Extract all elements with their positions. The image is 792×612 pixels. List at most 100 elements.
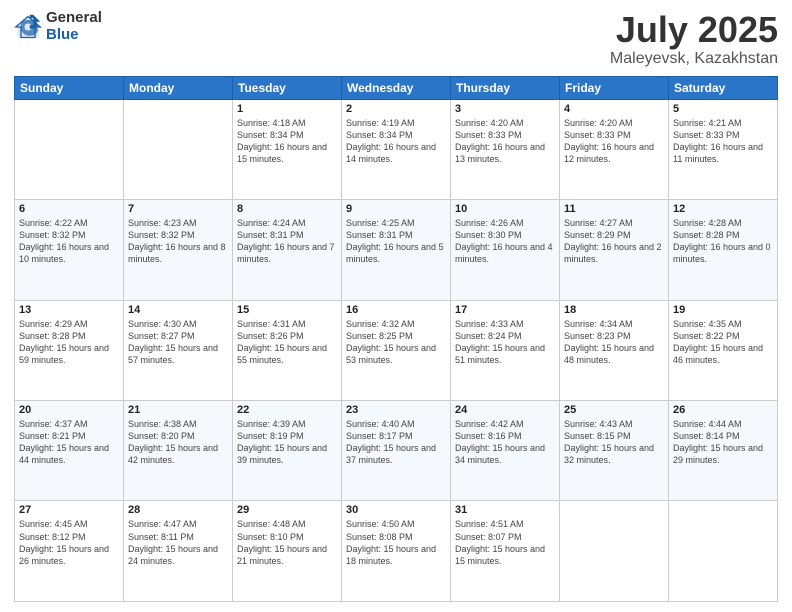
day-info: Sunrise: 4:35 AMSunset: 8:22 PMDaylight:… xyxy=(673,318,773,367)
weekday-header-row: Sunday Monday Tuesday Wednesday Thursday… xyxy=(15,76,778,99)
day-number: 13 xyxy=(19,304,119,316)
calendar-cell: 5 Sunrise: 4:21 AMSunset: 8:33 PMDaylight… xyxy=(669,99,778,199)
logo-blue-text: Blue xyxy=(46,27,102,44)
calendar-week-row-2: 13 Sunrise: 4:29 AMSunset: 8:28 PMDayligh… xyxy=(15,300,778,400)
header: General Blue July 2025 Maleyevsk, Kazakh… xyxy=(14,10,778,68)
header-saturday: Saturday xyxy=(669,76,778,99)
day-info: Sunrise: 4:28 AMSunset: 8:28 PMDaylight:… xyxy=(673,217,773,266)
calendar-cell: 10 Sunrise: 4:26 AMSunset: 8:30 PMDayligh… xyxy=(451,200,560,300)
logo-icon xyxy=(14,13,42,41)
day-info: Sunrise: 4:18 AMSunset: 8:34 PMDaylight:… xyxy=(237,117,337,166)
day-info: Sunrise: 4:45 AMSunset: 8:12 PMDaylight:… xyxy=(19,518,119,567)
day-number: 6 xyxy=(19,203,119,215)
calendar-cell xyxy=(560,501,669,602)
calendar-cell: 29 Sunrise: 4:48 AMSunset: 8:10 PMDayligh… xyxy=(233,501,342,602)
calendar-cell: 30Sunrise: 4:50 AMSunset: 8:08 PMDayligh… xyxy=(342,501,451,602)
calendar-cell: 7Sunrise: 4:23 AMSunset: 8:32 PMDaylight… xyxy=(124,200,233,300)
day-info: Sunrise: 4:37 AMSunset: 8:21 PMDaylight:… xyxy=(19,418,119,467)
calendar-cell: 8 Sunrise: 4:24 AMSunset: 8:31 PMDaylight… xyxy=(233,200,342,300)
calendar-cell: 1 Sunrise: 4:18 AMSunset: 8:34 PMDaylight… xyxy=(233,99,342,199)
day-number: 11 xyxy=(564,203,664,215)
day-number: 14 xyxy=(128,304,228,316)
header-thursday: Thursday xyxy=(451,76,560,99)
day-info: Sunrise: 4:20 AMSunset: 8:33 PMDaylight:… xyxy=(455,117,555,166)
calendar-week-row-1: 6 Sunrise: 4:22 AMSunset: 8:32 PMDaylight… xyxy=(15,200,778,300)
calendar-cell: 31 Sunrise: 4:51 AMSunset: 8:07 PMDayligh… xyxy=(451,501,560,602)
day-number: 18 xyxy=(564,304,664,316)
logo: General Blue xyxy=(14,10,102,43)
day-number: 20 xyxy=(19,404,119,416)
calendar-week-row-0: 1 Sunrise: 4:18 AMSunset: 8:34 PMDaylight… xyxy=(15,99,778,199)
day-number: 8 xyxy=(237,203,337,215)
calendar-cell: 9 Sunrise: 4:25 AMSunset: 8:31 PMDaylight… xyxy=(342,200,451,300)
day-number: 9 xyxy=(346,203,446,215)
calendar-cell xyxy=(15,99,124,199)
header-tuesday: Tuesday xyxy=(233,76,342,99)
day-info: Sunrise: 4:19 AMSunset: 8:34 PMDaylight:… xyxy=(346,117,446,166)
day-number: 10 xyxy=(455,203,555,215)
calendar-table: Sunday Monday Tuesday Wednesday Thursday… xyxy=(14,76,778,602)
calendar-cell: 3Sunrise: 4:20 AMSunset: 8:33 PMDaylight… xyxy=(451,99,560,199)
calendar-cell: 11 Sunrise: 4:27 AMSunset: 8:29 PMDayligh… xyxy=(560,200,669,300)
calendar-cell: 28Sunrise: 4:47 AMSunset: 8:11 PMDayligh… xyxy=(124,501,233,602)
calendar-cell: 21Sunrise: 4:38 AMSunset: 8:20 PMDayligh… xyxy=(124,401,233,501)
logo-general-text: General xyxy=(46,10,102,27)
day-info: Sunrise: 4:31 AMSunset: 8:26 PMDaylight:… xyxy=(237,318,337,367)
day-number: 28 xyxy=(128,504,228,516)
calendar-cell: 22 Sunrise: 4:39 AMSunset: 8:19 PMDayligh… xyxy=(233,401,342,501)
day-number: 31 xyxy=(455,504,555,516)
calendar-title: July 2025 xyxy=(610,10,778,50)
logo-text: General Blue xyxy=(46,10,102,43)
day-info: Sunrise: 4:50 AMSunset: 8:08 PMDaylight:… xyxy=(346,518,446,567)
day-info: Sunrise: 4:25 AMSunset: 8:31 PMDaylight:… xyxy=(346,217,446,266)
day-info: Sunrise: 4:40 AMSunset: 8:17 PMDaylight:… xyxy=(346,418,446,467)
calendar-cell: 25 Sunrise: 4:43 AMSunset: 8:15 PMDayligh… xyxy=(560,401,669,501)
header-friday: Friday xyxy=(560,76,669,99)
header-sunday: Sunday xyxy=(15,76,124,99)
day-info: Sunrise: 4:48 AMSunset: 8:10 PMDaylight:… xyxy=(237,518,337,567)
calendar-cell: 27 Sunrise: 4:45 AMSunset: 8:12 PMDayligh… xyxy=(15,501,124,602)
title-block: July 2025 Maleyevsk, Kazakhstan xyxy=(610,10,778,68)
calendar-cell: 2 Sunrise: 4:19 AMSunset: 8:34 PMDaylight… xyxy=(342,99,451,199)
calendar-cell: 16Sunrise: 4:32 AMSunset: 8:25 PMDayligh… xyxy=(342,300,451,400)
day-info: Sunrise: 4:33 AMSunset: 8:24 PMDaylight:… xyxy=(455,318,555,367)
day-info: Sunrise: 4:21 AMSunset: 8:33 PMDaylight:… xyxy=(673,117,773,166)
calendar-cell: 6 Sunrise: 4:22 AMSunset: 8:32 PMDaylight… xyxy=(15,200,124,300)
calendar-location: Maleyevsk, Kazakhstan xyxy=(610,50,778,68)
day-info: Sunrise: 4:22 AMSunset: 8:32 PMDaylight:… xyxy=(19,217,119,266)
day-info: Sunrise: 4:30 AMSunset: 8:27 PMDaylight:… xyxy=(128,318,228,367)
calendar-cell: 12Sunrise: 4:28 AMSunset: 8:28 PMDayligh… xyxy=(669,200,778,300)
header-wednesday: Wednesday xyxy=(342,76,451,99)
day-number: 17 xyxy=(455,304,555,316)
day-info: Sunrise: 4:34 AMSunset: 8:23 PMDaylight:… xyxy=(564,318,664,367)
day-info: Sunrise: 4:26 AMSunset: 8:30 PMDaylight:… xyxy=(455,217,555,266)
day-info: Sunrise: 4:39 AMSunset: 8:19 PMDaylight:… xyxy=(237,418,337,467)
day-info: Sunrise: 4:20 AMSunset: 8:33 PMDaylight:… xyxy=(564,117,664,166)
day-info: Sunrise: 4:24 AMSunset: 8:31 PMDaylight:… xyxy=(237,217,337,266)
calendar-cell: 17 Sunrise: 4:33 AMSunset: 8:24 PMDayligh… xyxy=(451,300,560,400)
calendar-cell: 20 Sunrise: 4:37 AMSunset: 8:21 PMDayligh… xyxy=(15,401,124,501)
day-number: 1 xyxy=(237,103,337,115)
day-number: 5 xyxy=(673,103,773,115)
calendar-cell: 26 Sunrise: 4:44 AMSunset: 8:14 PMDayligh… xyxy=(669,401,778,501)
calendar-cell: 19Sunrise: 4:35 AMSunset: 8:22 PMDayligh… xyxy=(669,300,778,400)
day-number: 22 xyxy=(237,404,337,416)
day-number: 25 xyxy=(564,404,664,416)
calendar-week-row-3: 20 Sunrise: 4:37 AMSunset: 8:21 PMDayligh… xyxy=(15,401,778,501)
page: General Blue July 2025 Maleyevsk, Kazakh… xyxy=(0,0,792,612)
day-info: Sunrise: 4:51 AMSunset: 8:07 PMDaylight:… xyxy=(455,518,555,567)
calendar-cell: 4Sunrise: 4:20 AMSunset: 8:33 PMDaylight… xyxy=(560,99,669,199)
calendar-cell: 23Sunrise: 4:40 AMSunset: 8:17 PMDayligh… xyxy=(342,401,451,501)
day-info: Sunrise: 4:29 AMSunset: 8:28 PMDaylight:… xyxy=(19,318,119,367)
day-info: Sunrise: 4:43 AMSunset: 8:15 PMDaylight:… xyxy=(564,418,664,467)
day-number: 26 xyxy=(673,404,773,416)
header-monday: Monday xyxy=(124,76,233,99)
calendar-cell: 13 Sunrise: 4:29 AMSunset: 8:28 PMDayligh… xyxy=(15,300,124,400)
day-number: 27 xyxy=(19,504,119,516)
day-number: 29 xyxy=(237,504,337,516)
calendar-cell: 24Sunrise: 4:42 AMSunset: 8:16 PMDayligh… xyxy=(451,401,560,501)
day-info: Sunrise: 4:27 AMSunset: 8:29 PMDaylight:… xyxy=(564,217,664,266)
day-number: 2 xyxy=(346,103,446,115)
day-number: 21 xyxy=(128,404,228,416)
day-info: Sunrise: 4:44 AMSunset: 8:14 PMDaylight:… xyxy=(673,418,773,467)
